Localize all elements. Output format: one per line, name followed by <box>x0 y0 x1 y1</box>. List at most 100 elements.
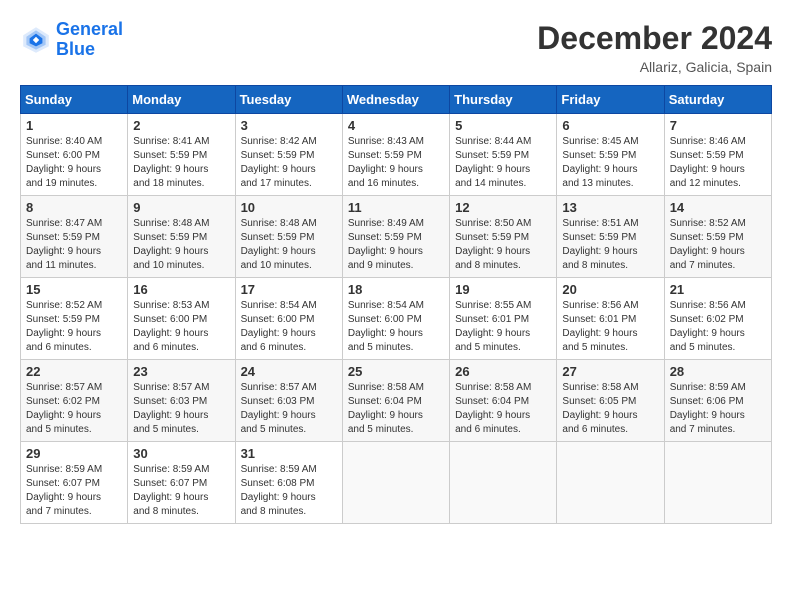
day-number: 1 <box>26 118 122 133</box>
day-number: 22 <box>26 364 122 379</box>
day-info: Sunrise: 8:41 AM Sunset: 5:59 PM Dayligh… <box>133 135 229 191</box>
day-number: 21 <box>670 282 766 297</box>
week-row-3: 15 Sunrise: 8:52 AM Sunset: 5:59 PM Dayli… <box>21 278 772 360</box>
day-number: 30 <box>133 446 229 461</box>
location: Allariz, Galicia, Spain <box>537 59 772 75</box>
calendar-cell: 4 Sunrise: 8:43 AM Sunset: 5:59 PM Daylig… <box>342 114 449 196</box>
day-info: Sunrise: 8:52 AM Sunset: 5:59 PM Dayligh… <box>26 299 122 355</box>
calendar-cell <box>342 442 449 524</box>
calendar-cell: 25 Sunrise: 8:58 AM Sunset: 6:04 PM Dayli… <box>342 360 449 442</box>
weekday-thursday: Thursday <box>450 86 557 114</box>
day-number: 29 <box>26 446 122 461</box>
calendar-cell: 30 Sunrise: 8:59 AM Sunset: 6:07 PM Dayli… <box>128 442 235 524</box>
weekday-header-row: SundayMondayTuesdayWednesdayThursdayFrid… <box>21 86 772 114</box>
title-block: December 2024 Allariz, Galicia, Spain <box>537 20 772 75</box>
calendar-cell: 10Sunrise: 8:48 AM Sunset: 5:59 PM Dayli… <box>235 196 342 278</box>
calendar-cell: 14 Sunrise: 8:52 AM Sunset: 5:59 PM Dayli… <box>664 196 771 278</box>
day-info: Sunrise: 8:58 AM Sunset: 6:04 PM Dayligh… <box>348 381 444 437</box>
day-info: Sunrise: 8:43 AM Sunset: 5:59 PM Dayligh… <box>348 135 444 191</box>
month-title: December 2024 <box>537 20 772 57</box>
day-info: Sunrise: 8:48 AM Sunset: 5:59 PM Dayligh… <box>133 217 229 273</box>
day-number: 28 <box>670 364 766 379</box>
weekday-saturday: Saturday <box>664 86 771 114</box>
weekday-wednesday: Wednesday <box>342 86 449 114</box>
calendar-cell: 28Sunrise: 8:59 AM Sunset: 6:06 PM Dayli… <box>664 360 771 442</box>
calendar-cell: 7 Sunrise: 8:46 AM Sunset: 5:59 PM Daylig… <box>664 114 771 196</box>
day-info: Sunrise: 8:50 AM Sunset: 5:59 PM Dayligh… <box>455 217 551 273</box>
calendar-cell: 5Sunrise: 8:44 AM Sunset: 5:59 PM Daylig… <box>450 114 557 196</box>
week-row-1: 1 Sunrise: 8:40 AM Sunset: 6:00 PM Daylig… <box>21 114 772 196</box>
day-number: 13 <box>562 200 658 215</box>
calendar-cell: 21 Sunrise: 8:56 AM Sunset: 6:02 PM Dayli… <box>664 278 771 360</box>
day-number: 19 <box>455 282 551 297</box>
day-info: Sunrise: 8:44 AM Sunset: 5:59 PM Dayligh… <box>455 135 551 191</box>
weekday-tuesday: Tuesday <box>235 86 342 114</box>
calendar-cell: 29Sunrise: 8:59 AM Sunset: 6:07 PM Dayli… <box>21 442 128 524</box>
calendar-cell: 31 Sunrise: 8:59 AM Sunset: 6:08 PM Dayli… <box>235 442 342 524</box>
calendar-cell: 8 Sunrise: 8:47 AM Sunset: 5:59 PM Daylig… <box>21 196 128 278</box>
calendar-cell: 27Sunrise: 8:58 AM Sunset: 6:05 PM Dayli… <box>557 360 664 442</box>
day-number: 23 <box>133 364 229 379</box>
calendar-cell <box>664 442 771 524</box>
day-number: 18 <box>348 282 444 297</box>
calendar-cell: 11 Sunrise: 8:49 AM Sunset: 5:59 PM Dayli… <box>342 196 449 278</box>
day-info: Sunrise: 8:46 AM Sunset: 5:59 PM Dayligh… <box>670 135 766 191</box>
day-info: Sunrise: 8:53 AM Sunset: 6:00 PM Dayligh… <box>133 299 229 355</box>
day-info: Sunrise: 8:57 AM Sunset: 6:03 PM Dayligh… <box>241 381 337 437</box>
calendar-cell: 26 Sunrise: 8:58 AM Sunset: 6:04 PM Dayli… <box>450 360 557 442</box>
day-number: 14 <box>670 200 766 215</box>
weekday-friday: Friday <box>557 86 664 114</box>
day-info: Sunrise: 8:45 AM Sunset: 5:59 PM Dayligh… <box>562 135 658 191</box>
day-number: 7 <box>670 118 766 133</box>
calendar-cell: 12 Sunrise: 8:50 AM Sunset: 5:59 PM Dayli… <box>450 196 557 278</box>
logo: General Blue <box>20 20 123 60</box>
weekday-monday: Monday <box>128 86 235 114</box>
day-number: 9 <box>133 200 229 215</box>
day-info: Sunrise: 8:59 AM Sunset: 6:08 PM Dayligh… <box>241 463 337 519</box>
day-number: 16 <box>133 282 229 297</box>
day-info: Sunrise: 8:56 AM Sunset: 6:01 PM Dayligh… <box>562 299 658 355</box>
day-number: 6 <box>562 118 658 133</box>
day-number: 3 <box>241 118 337 133</box>
day-number: 31 <box>241 446 337 461</box>
calendar-cell: 19 Sunrise: 8:55 AM Sunset: 6:01 PM Dayli… <box>450 278 557 360</box>
logo-icon <box>20 24 52 56</box>
logo-text: General Blue <box>56 20 123 60</box>
day-number: 25 <box>348 364 444 379</box>
calendar-body: 1 Sunrise: 8:40 AM Sunset: 6:00 PM Daylig… <box>21 114 772 524</box>
day-info: Sunrise: 8:47 AM Sunset: 5:59 PM Dayligh… <box>26 217 122 273</box>
weekday-sunday: Sunday <box>21 86 128 114</box>
calendar-cell: 18 Sunrise: 8:54 AM Sunset: 6:00 PM Dayli… <box>342 278 449 360</box>
calendar-cell: 23Sunrise: 8:57 AM Sunset: 6:03 PM Dayli… <box>128 360 235 442</box>
day-number: 11 <box>348 200 444 215</box>
day-info: Sunrise: 8:48 AM Sunset: 5:59 PM Dayligh… <box>241 217 337 273</box>
calendar-table: SundayMondayTuesdayWednesdayThursdayFrid… <box>20 85 772 524</box>
week-row-2: 8 Sunrise: 8:47 AM Sunset: 5:59 PM Daylig… <box>21 196 772 278</box>
day-info: Sunrise: 8:52 AM Sunset: 5:59 PM Dayligh… <box>670 217 766 273</box>
calendar-cell: 9 Sunrise: 8:48 AM Sunset: 5:59 PM Daylig… <box>128 196 235 278</box>
calendar-cell: 22Sunrise: 8:57 AM Sunset: 6:02 PM Dayli… <box>21 360 128 442</box>
day-number: 15 <box>26 282 122 297</box>
day-number: 20 <box>562 282 658 297</box>
day-number: 4 <box>348 118 444 133</box>
calendar-cell: 1 Sunrise: 8:40 AM Sunset: 6:00 PM Daylig… <box>21 114 128 196</box>
day-info: Sunrise: 8:58 AM Sunset: 6:04 PM Dayligh… <box>455 381 551 437</box>
day-info: Sunrise: 8:51 AM Sunset: 5:59 PM Dayligh… <box>562 217 658 273</box>
day-info: Sunrise: 8:56 AM Sunset: 6:02 PM Dayligh… <box>670 299 766 355</box>
day-number: 12 <box>455 200 551 215</box>
calendar-cell: 17 Sunrise: 8:54 AM Sunset: 6:00 PM Dayli… <box>235 278 342 360</box>
day-number: 17 <box>241 282 337 297</box>
day-number: 26 <box>455 364 551 379</box>
calendar-cell: 15 Sunrise: 8:52 AM Sunset: 5:59 PM Dayli… <box>21 278 128 360</box>
week-row-4: 22Sunrise: 8:57 AM Sunset: 6:02 PM Dayli… <box>21 360 772 442</box>
day-number: 8 <box>26 200 122 215</box>
day-info: Sunrise: 8:59 AM Sunset: 6:07 PM Dayligh… <box>133 463 229 519</box>
day-info: Sunrise: 8:54 AM Sunset: 6:00 PM Dayligh… <box>348 299 444 355</box>
day-info: Sunrise: 8:49 AM Sunset: 5:59 PM Dayligh… <box>348 217 444 273</box>
day-info: Sunrise: 8:54 AM Sunset: 6:00 PM Dayligh… <box>241 299 337 355</box>
day-info: Sunrise: 8:55 AM Sunset: 6:01 PM Dayligh… <box>455 299 551 355</box>
day-info: Sunrise: 8:40 AM Sunset: 6:00 PM Dayligh… <box>26 135 122 191</box>
calendar-cell: 2 Sunrise: 8:41 AM Sunset: 5:59 PM Daylig… <box>128 114 235 196</box>
day-number: 2 <box>133 118 229 133</box>
week-row-5: 29 Sunrise: 8:59 AM Sunset: 6:07 PM Dayli… <box>21 442 772 524</box>
